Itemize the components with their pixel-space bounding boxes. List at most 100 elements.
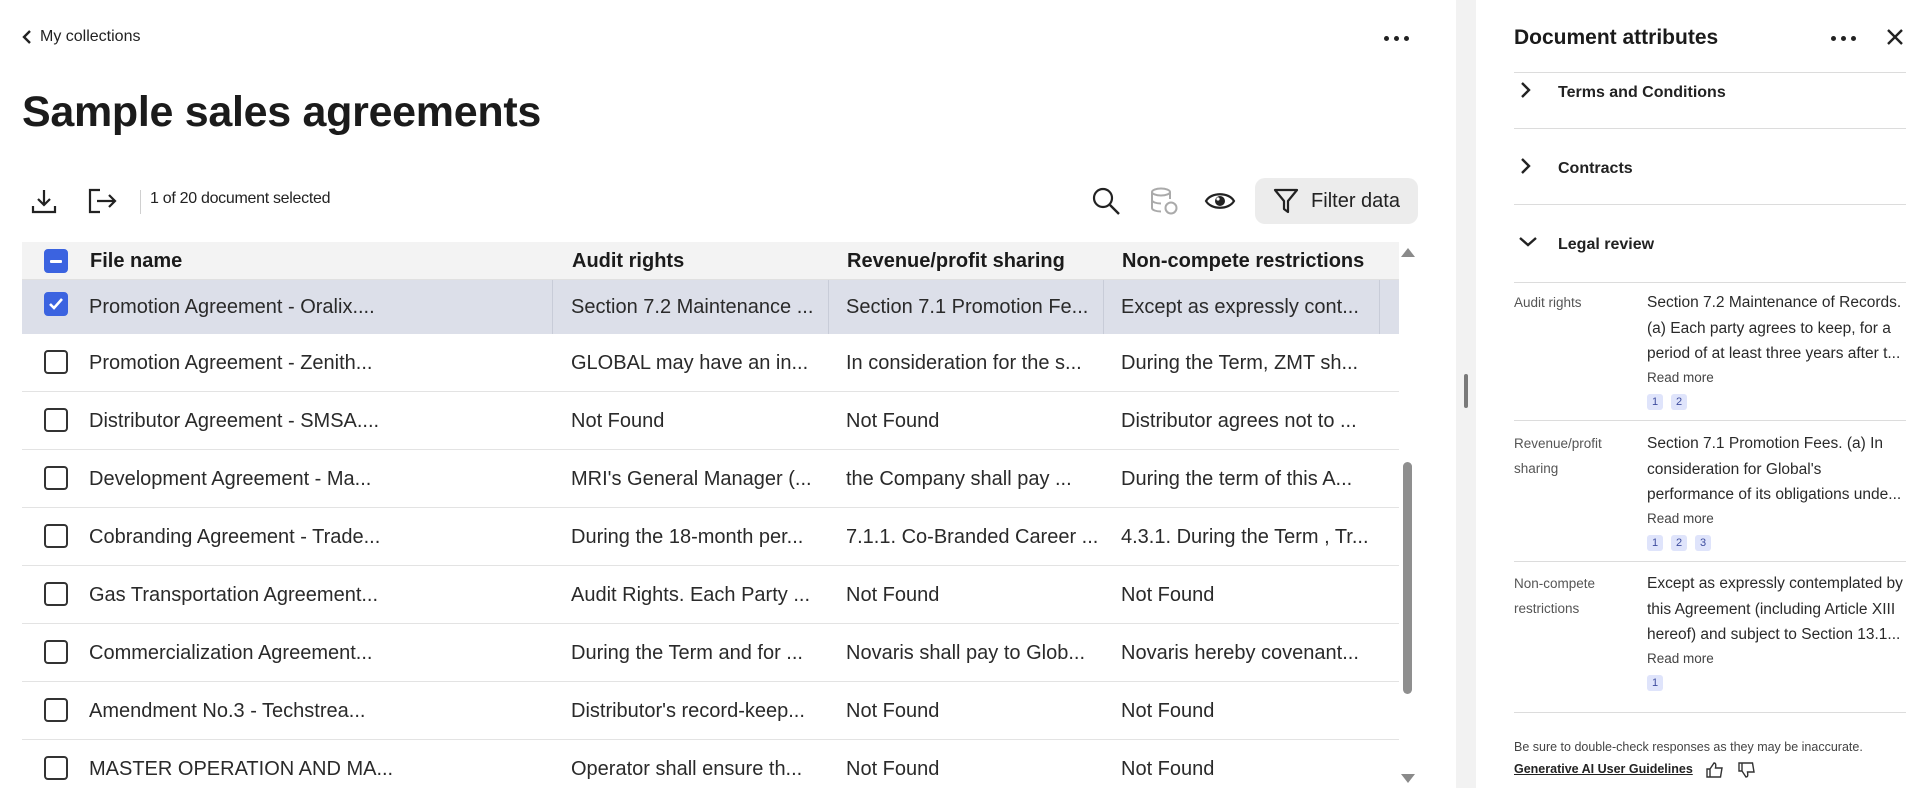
main-panel: My collections Sample sales agreements 1… xyxy=(0,0,1456,788)
selection-count: 1 of 20 document selected xyxy=(150,190,331,207)
cell-non-compete: Not Found xyxy=(1121,700,1215,722)
table-row[interactable]: Gas Transportation Agreement... Audit Ri… xyxy=(22,566,1399,624)
scroll-up-arrow-icon[interactable] xyxy=(1401,248,1415,257)
section-terms-and-conditions[interactable]: Terms and Conditions xyxy=(1514,74,1906,114)
reference-chip[interactable]: 1 xyxy=(1647,535,1663,551)
table-row[interactable]: Promotion Agreement - Oralix.... Section… xyxy=(22,280,1399,334)
view-button[interactable] xyxy=(1202,183,1238,219)
resize-handle[interactable] xyxy=(1464,374,1468,408)
row-checkbox[interactable] xyxy=(44,408,68,432)
cell-audit-rights: During the 18-month per... xyxy=(571,526,804,548)
more-icon xyxy=(1830,35,1856,41)
filter-icon xyxy=(1273,188,1299,214)
row-checkbox[interactable] xyxy=(44,756,68,780)
download-icon xyxy=(31,190,57,214)
cell-audit-rights: During the Term and for ... xyxy=(571,642,803,664)
back-link[interactable]: My collections xyxy=(22,28,140,46)
table-row[interactable]: Commercialization Agreement... During th… xyxy=(22,624,1399,682)
cell-revenue-sharing: Not Found xyxy=(846,700,940,722)
attribute-value: Section 7.2 Maintenance of Records. (a) E… xyxy=(1647,294,1902,362)
side-panel-title: Document attributes xyxy=(1514,26,1719,49)
row-checkbox[interactable] xyxy=(44,292,68,316)
cell-file-name: Amendment No.3 - Techstrea... xyxy=(89,700,366,722)
checkmark-icon xyxy=(49,298,63,310)
divider xyxy=(1514,128,1906,129)
thumbs-down-button[interactable] xyxy=(1738,762,1756,778)
search-icon xyxy=(1092,187,1120,215)
reference-chip[interactable]: 1 xyxy=(1647,675,1663,691)
table-row[interactable]: MASTER OPERATION AND MA... Operator shal… xyxy=(22,740,1399,788)
section-legal-review[interactable]: Legal review xyxy=(1514,226,1906,266)
cell-divider xyxy=(552,280,553,334)
divider xyxy=(1514,72,1906,73)
divider xyxy=(1514,712,1906,713)
guidelines-link[interactable]: Generative AI User Guidelines xyxy=(1514,762,1693,776)
cell-non-compete: Novaris hereby covenant... xyxy=(1121,642,1359,664)
reference-chips: 1 xyxy=(1647,675,1663,691)
cell-file-name: Promotion Agreement - Oralix.... xyxy=(89,296,375,318)
side-panel-more-button[interactable] xyxy=(1826,26,1860,50)
cell-non-compete: 4.3.1. During the Term , Tr... xyxy=(1121,526,1369,548)
column-header-revenue-sharing[interactable]: Revenue/profit sharing xyxy=(847,250,1065,273)
column-header-audit-rights[interactable]: Audit rights xyxy=(572,250,684,273)
column-header-non-compete[interactable]: Non-compete restrictions xyxy=(1122,250,1364,273)
cell-file-name: Commercialization Agreement... xyxy=(89,642,373,664)
row-checkbox[interactable] xyxy=(44,524,68,548)
column-header-file-name[interactable]: File name xyxy=(90,250,182,273)
cell-divider xyxy=(1379,280,1380,334)
scroll-down-arrow-icon[interactable] xyxy=(1401,774,1415,783)
row-checkbox[interactable] xyxy=(44,350,68,374)
cell-revenue-sharing: Not Found xyxy=(846,584,940,606)
table-scrollbar[interactable] xyxy=(1400,242,1415,788)
reference-chip[interactable]: 3 xyxy=(1695,535,1711,551)
table-row[interactable]: Cobranding Agreement - Trade... During t… xyxy=(22,508,1399,566)
table-row[interactable]: Distributor Agreement - SMSA.... Not Fou… xyxy=(22,392,1399,450)
read-more-link[interactable]: Read more xyxy=(1647,511,1714,526)
document-attributes-panel: Document attributes Terms and Conditions… xyxy=(1476,0,1920,788)
cell-audit-rights: Section 7.2 Maintenance ... xyxy=(571,296,814,318)
chevron-right-icon xyxy=(1521,158,1531,174)
cell-revenue-sharing: Not Found xyxy=(846,758,940,780)
cell-file-name: Development Agreement - Ma... xyxy=(89,468,372,490)
cell-revenue-sharing: the Company shall pay ... xyxy=(846,468,1072,490)
reference-chip[interactable]: 1 xyxy=(1647,394,1663,410)
export-button[interactable] xyxy=(84,183,120,219)
refresh-data-button[interactable] xyxy=(1146,183,1182,219)
divider xyxy=(1514,204,1906,205)
cell-revenue-sharing: 7.1.1. Co-Branded Career ... xyxy=(846,526,1099,548)
attribute-label: Revenue/profit sharing xyxy=(1514,436,1602,476)
row-checkbox[interactable] xyxy=(44,582,68,606)
thumbs-down-icon xyxy=(1738,762,1755,778)
cell-non-compete: Not Found xyxy=(1121,758,1215,780)
documents-table: File name Audit rights Revenue/profit sh… xyxy=(22,242,1399,788)
table-row[interactable]: Amendment No.3 - Techstrea... Distributo… xyxy=(22,682,1399,740)
scrollbar-thumb[interactable] xyxy=(1403,462,1412,694)
reference-chip[interactable]: 2 xyxy=(1671,394,1687,410)
cell-file-name: MASTER OPERATION AND MA... xyxy=(89,758,394,780)
reference-chip[interactable]: 2 xyxy=(1671,535,1687,551)
select-all-checkbox[interactable] xyxy=(44,249,68,273)
section-contracts[interactable]: Contracts xyxy=(1514,150,1906,190)
section-label: Terms and Conditions xyxy=(1558,84,1726,101)
toolbar-divider xyxy=(140,190,141,214)
read-more-link[interactable]: Read more xyxy=(1647,651,1714,666)
eye-icon xyxy=(1204,193,1236,209)
filter-data-button[interactable]: Filter data xyxy=(1255,178,1418,224)
row-checkbox[interactable] xyxy=(44,698,68,722)
cell-revenue-sharing: Section 7.1 Promotion Fe... xyxy=(846,296,1089,318)
cell-non-compete: During the term of this A... xyxy=(1121,468,1353,490)
thumbs-up-button[interactable] xyxy=(1706,762,1724,778)
read-more-link[interactable]: Read more xyxy=(1647,370,1714,385)
cell-non-compete: Except as expressly cont... xyxy=(1121,296,1359,318)
download-button[interactable] xyxy=(26,183,62,219)
table-row[interactable]: Promotion Agreement - Zenith... GLOBAL m… xyxy=(22,334,1399,392)
row-checkbox[interactable] xyxy=(44,640,68,664)
attribute-label: Audit rights xyxy=(1514,295,1582,310)
search-button[interactable] xyxy=(1088,183,1124,219)
close-panel-button[interactable] xyxy=(1882,24,1908,50)
attribute-value: Section 7.1 Promotion Fees. (a) In consid… xyxy=(1647,435,1902,503)
row-checkbox[interactable] xyxy=(44,466,68,490)
more-options-button[interactable] xyxy=(1378,26,1414,50)
section-label: Legal review xyxy=(1558,236,1655,253)
table-row[interactable]: Development Agreement - Ma... MRI's Gene… xyxy=(22,450,1399,508)
